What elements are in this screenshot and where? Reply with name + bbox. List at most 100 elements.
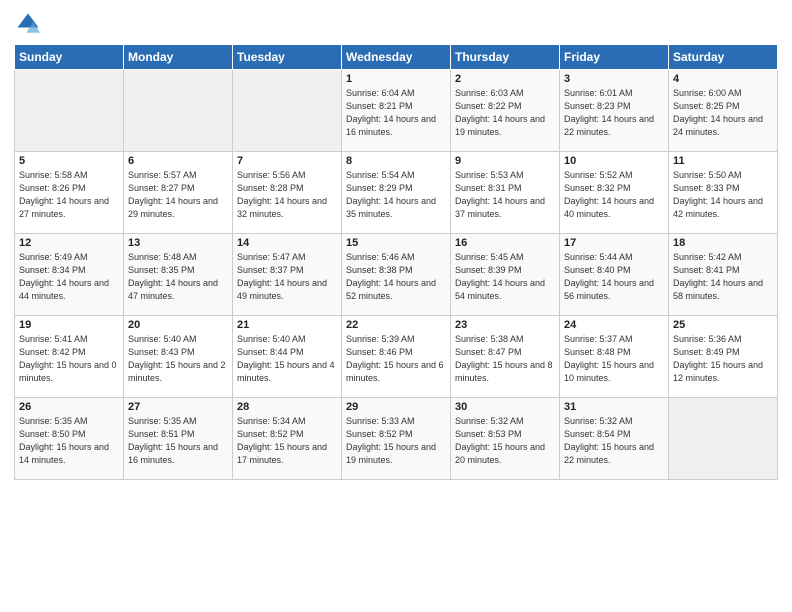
day-number: 1 bbox=[346, 73, 446, 85]
day-number: 4 bbox=[673, 73, 773, 85]
calendar-cell: 13 Sunrise: 5:48 AM Sunset: 8:35 PM Dayl… bbox=[124, 234, 233, 316]
weekday-header-friday: Friday bbox=[560, 45, 669, 70]
calendar-cell: 17 Sunrise: 5:44 AM Sunset: 8:40 PM Dayl… bbox=[560, 234, 669, 316]
day-number: 15 bbox=[346, 237, 446, 249]
day-number: 9 bbox=[455, 155, 555, 167]
day-number: 22 bbox=[346, 319, 446, 331]
day-number: 5 bbox=[19, 155, 119, 167]
calendar-cell: 11 Sunrise: 5:50 AM Sunset: 8:33 PM Dayl… bbox=[669, 152, 778, 234]
day-info: Sunrise: 5:44 AM Sunset: 8:40 PM Dayligh… bbox=[564, 251, 664, 303]
page-header bbox=[14, 10, 778, 38]
day-number: 2 bbox=[455, 73, 555, 85]
day-info: Sunrise: 6:03 AM Sunset: 8:22 PM Dayligh… bbox=[455, 87, 555, 139]
day-number: 14 bbox=[237, 237, 337, 249]
weekday-header-row: SundayMondayTuesdayWednesdayThursdayFrid… bbox=[15, 45, 778, 70]
calendar-cell: 31 Sunrise: 5:32 AM Sunset: 8:54 PM Dayl… bbox=[560, 398, 669, 480]
day-number: 24 bbox=[564, 319, 664, 331]
calendar-week-row: 1 Sunrise: 6:04 AM Sunset: 8:21 PM Dayli… bbox=[15, 70, 778, 152]
day-info: Sunrise: 5:34 AM Sunset: 8:52 PM Dayligh… bbox=[237, 415, 337, 467]
calendar-cell: 23 Sunrise: 5:38 AM Sunset: 8:47 PM Dayl… bbox=[451, 316, 560, 398]
day-info: Sunrise: 5:38 AM Sunset: 8:47 PM Dayligh… bbox=[455, 333, 555, 385]
day-info: Sunrise: 6:00 AM Sunset: 8:25 PM Dayligh… bbox=[673, 87, 773, 139]
calendar-cell: 15 Sunrise: 5:46 AM Sunset: 8:38 PM Dayl… bbox=[342, 234, 451, 316]
day-number: 31 bbox=[564, 401, 664, 413]
weekday-header-tuesday: Tuesday bbox=[233, 45, 342, 70]
weekday-header-monday: Monday bbox=[124, 45, 233, 70]
day-info: Sunrise: 5:37 AM Sunset: 8:48 PM Dayligh… bbox=[564, 333, 664, 385]
day-number: 19 bbox=[19, 319, 119, 331]
day-info: Sunrise: 5:48 AM Sunset: 8:35 PM Dayligh… bbox=[128, 251, 228, 303]
day-number: 17 bbox=[564, 237, 664, 249]
day-info: Sunrise: 5:39 AM Sunset: 8:46 PM Dayligh… bbox=[346, 333, 446, 385]
day-info: Sunrise: 5:52 AM Sunset: 8:32 PM Dayligh… bbox=[564, 169, 664, 221]
day-number: 23 bbox=[455, 319, 555, 331]
logo bbox=[14, 10, 46, 38]
day-info: Sunrise: 5:40 AM Sunset: 8:43 PM Dayligh… bbox=[128, 333, 228, 385]
day-info: Sunrise: 6:04 AM Sunset: 8:21 PM Dayligh… bbox=[346, 87, 446, 139]
day-number: 29 bbox=[346, 401, 446, 413]
calendar-cell: 27 Sunrise: 5:35 AM Sunset: 8:51 PM Dayl… bbox=[124, 398, 233, 480]
day-info: Sunrise: 5:50 AM Sunset: 8:33 PM Dayligh… bbox=[673, 169, 773, 221]
day-number: 11 bbox=[673, 155, 773, 167]
calendar-cell: 21 Sunrise: 5:40 AM Sunset: 8:44 PM Dayl… bbox=[233, 316, 342, 398]
calendar-cell: 1 Sunrise: 6:04 AM Sunset: 8:21 PM Dayli… bbox=[342, 70, 451, 152]
day-number: 13 bbox=[128, 237, 228, 249]
day-info: Sunrise: 5:57 AM Sunset: 8:27 PM Dayligh… bbox=[128, 169, 228, 221]
calendar-cell: 12 Sunrise: 5:49 AM Sunset: 8:34 PM Dayl… bbox=[15, 234, 124, 316]
calendar-week-row: 12 Sunrise: 5:49 AM Sunset: 8:34 PM Dayl… bbox=[15, 234, 778, 316]
day-info: Sunrise: 5:32 AM Sunset: 8:54 PM Dayligh… bbox=[564, 415, 664, 467]
calendar-cell: 24 Sunrise: 5:37 AM Sunset: 8:48 PM Dayl… bbox=[560, 316, 669, 398]
day-info: Sunrise: 5:40 AM Sunset: 8:44 PM Dayligh… bbox=[237, 333, 337, 385]
day-info: Sunrise: 5:42 AM Sunset: 8:41 PM Dayligh… bbox=[673, 251, 773, 303]
calendar-cell: 14 Sunrise: 5:47 AM Sunset: 8:37 PM Dayl… bbox=[233, 234, 342, 316]
day-number: 3 bbox=[564, 73, 664, 85]
day-info: Sunrise: 6:01 AM Sunset: 8:23 PM Dayligh… bbox=[564, 87, 664, 139]
day-number: 25 bbox=[673, 319, 773, 331]
day-info: Sunrise: 5:47 AM Sunset: 8:37 PM Dayligh… bbox=[237, 251, 337, 303]
day-info: Sunrise: 5:35 AM Sunset: 8:51 PM Dayligh… bbox=[128, 415, 228, 467]
calendar-cell: 9 Sunrise: 5:53 AM Sunset: 8:31 PM Dayli… bbox=[451, 152, 560, 234]
calendar-week-row: 19 Sunrise: 5:41 AM Sunset: 8:42 PM Dayl… bbox=[15, 316, 778, 398]
calendar-cell bbox=[669, 398, 778, 480]
calendar-cell: 7 Sunrise: 5:56 AM Sunset: 8:28 PM Dayli… bbox=[233, 152, 342, 234]
day-info: Sunrise: 5:46 AM Sunset: 8:38 PM Dayligh… bbox=[346, 251, 446, 303]
day-info: Sunrise: 5:49 AM Sunset: 8:34 PM Dayligh… bbox=[19, 251, 119, 303]
day-info: Sunrise: 5:36 AM Sunset: 8:49 PM Dayligh… bbox=[673, 333, 773, 385]
day-number: 20 bbox=[128, 319, 228, 331]
day-number: 18 bbox=[673, 237, 773, 249]
logo-icon bbox=[14, 10, 42, 38]
day-info: Sunrise: 5:35 AM Sunset: 8:50 PM Dayligh… bbox=[19, 415, 119, 467]
day-number: 21 bbox=[237, 319, 337, 331]
day-number: 8 bbox=[346, 155, 446, 167]
calendar-cell: 28 Sunrise: 5:34 AM Sunset: 8:52 PM Dayl… bbox=[233, 398, 342, 480]
calendar-cell bbox=[233, 70, 342, 152]
calendar-table: SundayMondayTuesdayWednesdayThursdayFrid… bbox=[14, 44, 778, 480]
day-info: Sunrise: 5:54 AM Sunset: 8:29 PM Dayligh… bbox=[346, 169, 446, 221]
calendar-week-row: 26 Sunrise: 5:35 AM Sunset: 8:50 PM Dayl… bbox=[15, 398, 778, 480]
calendar-cell: 6 Sunrise: 5:57 AM Sunset: 8:27 PM Dayli… bbox=[124, 152, 233, 234]
calendar-cell: 29 Sunrise: 5:33 AM Sunset: 8:52 PM Dayl… bbox=[342, 398, 451, 480]
day-info: Sunrise: 5:33 AM Sunset: 8:52 PM Dayligh… bbox=[346, 415, 446, 467]
calendar-cell: 20 Sunrise: 5:40 AM Sunset: 8:43 PM Dayl… bbox=[124, 316, 233, 398]
weekday-header-thursday: Thursday bbox=[451, 45, 560, 70]
day-number: 10 bbox=[564, 155, 664, 167]
calendar-cell: 16 Sunrise: 5:45 AM Sunset: 8:39 PM Dayl… bbox=[451, 234, 560, 316]
day-info: Sunrise: 5:58 AM Sunset: 8:26 PM Dayligh… bbox=[19, 169, 119, 221]
calendar-cell: 3 Sunrise: 6:01 AM Sunset: 8:23 PM Dayli… bbox=[560, 70, 669, 152]
calendar-cell: 30 Sunrise: 5:32 AM Sunset: 8:53 PM Dayl… bbox=[451, 398, 560, 480]
weekday-header-saturday: Saturday bbox=[669, 45, 778, 70]
day-info: Sunrise: 5:45 AM Sunset: 8:39 PM Dayligh… bbox=[455, 251, 555, 303]
calendar-cell: 26 Sunrise: 5:35 AM Sunset: 8:50 PM Dayl… bbox=[15, 398, 124, 480]
calendar-cell: 18 Sunrise: 5:42 AM Sunset: 8:41 PM Dayl… bbox=[669, 234, 778, 316]
weekday-header-sunday: Sunday bbox=[15, 45, 124, 70]
calendar-cell bbox=[15, 70, 124, 152]
day-number: 7 bbox=[237, 155, 337, 167]
day-number: 28 bbox=[237, 401, 337, 413]
calendar-cell: 2 Sunrise: 6:03 AM Sunset: 8:22 PM Dayli… bbox=[451, 70, 560, 152]
calendar-cell: 5 Sunrise: 5:58 AM Sunset: 8:26 PM Dayli… bbox=[15, 152, 124, 234]
day-info: Sunrise: 5:56 AM Sunset: 8:28 PM Dayligh… bbox=[237, 169, 337, 221]
calendar-cell: 25 Sunrise: 5:36 AM Sunset: 8:49 PM Dayl… bbox=[669, 316, 778, 398]
calendar-cell: 4 Sunrise: 6:00 AM Sunset: 8:25 PM Dayli… bbox=[669, 70, 778, 152]
day-number: 6 bbox=[128, 155, 228, 167]
day-number: 12 bbox=[19, 237, 119, 249]
